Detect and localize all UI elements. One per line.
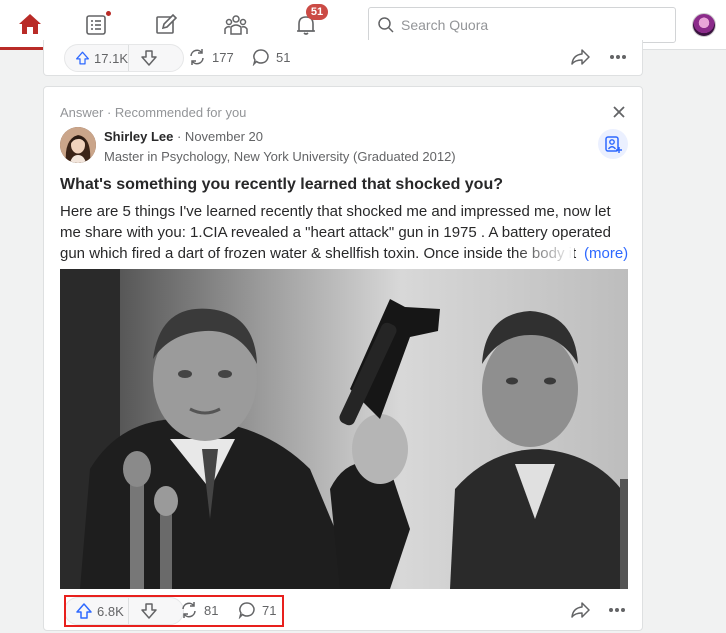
search-box[interactable]	[368, 7, 676, 43]
notification-badge: 51	[306, 4, 328, 20]
more-dots-icon	[609, 608, 625, 612]
photo-illustration	[60, 269, 628, 589]
share-arrow-icon	[571, 602, 590, 618]
question-title[interactable]: What's something you recently learned th…	[60, 175, 630, 195]
prev-upvote-count: 17.1K	[94, 50, 128, 66]
comment-icon	[252, 49, 269, 66]
previous-answer-card: 17.1K 177 51	[43, 40, 643, 76]
prev-comment-count: 51	[276, 49, 291, 65]
text-fade	[514, 243, 574, 264]
author-line: Shirley Lee · November 20	[104, 129, 263, 144]
prev-share-out-button[interactable]	[570, 48, 590, 71]
answer-card: Answer · Recommended for you Shirley Lee…	[43, 86, 643, 631]
share-arrow-icon	[571, 49, 590, 65]
prev-upvote-button[interactable]: 17.1K	[65, 45, 129, 71]
prev-share-count: 177	[212, 49, 234, 65]
more-link[interactable]: (more)	[584, 243, 628, 264]
follow-user-icon	[605, 136, 622, 153]
prev-more-button[interactable]	[608, 48, 628, 71]
prev-comment-button[interactable]: 51	[252, 48, 290, 66]
downvote-icon	[141, 50, 157, 66]
more-options-button[interactable]	[607, 601, 627, 624]
prev-vote-pill: 17.1K	[64, 44, 184, 72]
prev-share-button[interactable]: 177	[188, 48, 234, 66]
highlight-box	[64, 595, 284, 627]
author-date: · November 20	[173, 129, 263, 144]
close-icon[interactable]	[610, 103, 628, 121]
upvote-icon	[76, 51, 89, 65]
more-dots-icon	[610, 55, 626, 59]
answer-photo[interactable]	[60, 269, 628, 589]
author-credential: Master in Psychology, New York Universit…	[104, 149, 456, 164]
prev-downvote-button[interactable]	[129, 45, 169, 71]
search-input[interactable]	[401, 17, 661, 33]
share-button[interactable]	[570, 601, 590, 624]
follow-author-button[interactable]	[598, 129, 628, 159]
new-content-dot	[105, 10, 112, 17]
search-icon	[378, 17, 394, 33]
reshare-icon	[190, 49, 204, 65]
profile-avatar[interactable]	[692, 13, 716, 37]
author-name[interactable]: Shirley Lee	[104, 129, 173, 144]
card-meta: Answer · Recommended for you	[60, 105, 247, 120]
author-avatar[interactable]	[60, 127, 96, 163]
